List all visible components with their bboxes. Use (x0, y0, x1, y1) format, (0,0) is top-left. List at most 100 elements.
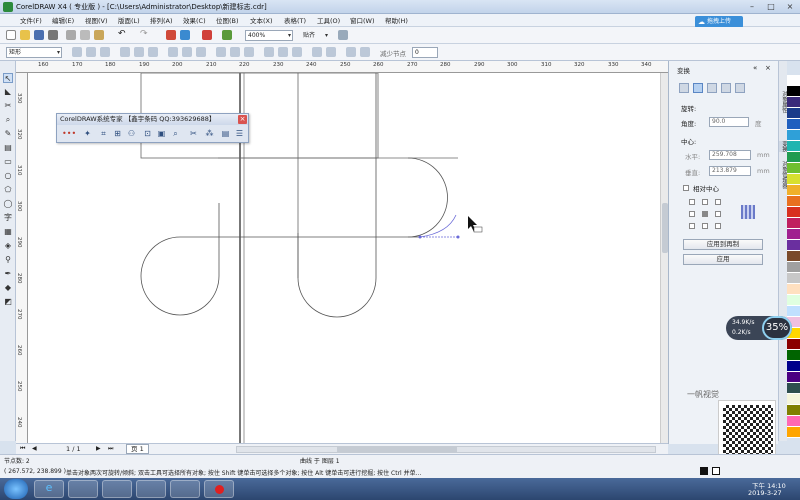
node-tool-icon-12[interactable] (244, 47, 254, 57)
start-button[interactable] (4, 479, 28, 499)
hscroll-thumb[interactable] (337, 447, 457, 452)
interactive-fill-tool-icon[interactable]: ◩ (3, 297, 13, 307)
relative-center-checkbox[interactable] (683, 185, 689, 191)
new-document-icon[interactable] (6, 30, 16, 40)
fill-tool-icon[interactable]: ◆ (3, 283, 13, 293)
outline-indicator[interactable] (712, 467, 720, 475)
palette-swatch[interactable] (787, 251, 800, 262)
page-tab[interactable]: 页 1 (126, 444, 149, 454)
palette-swatch[interactable] (787, 174, 800, 185)
taskbar-recorder[interactable] (204, 480, 234, 498)
palette-swatch[interactable] (787, 416, 800, 427)
palette-swatch[interactable] (787, 108, 800, 119)
interactive-blend-tool-icon[interactable]: ◈ (3, 241, 13, 251)
vertical-scrollbar[interactable] (660, 73, 668, 443)
rectangle-tool-icon[interactable]: ▭ (3, 157, 13, 167)
cut-icon[interactable] (66, 30, 76, 40)
node-tool-icon-11[interactable] (230, 47, 240, 57)
text-tool-icon[interactable]: 字 (3, 213, 13, 223)
first-page-icon[interactable]: ⏮ (20, 445, 25, 453)
horizontal-ruler[interactable]: 160 170 180 190 200 210 220 230 240 250 … (16, 61, 668, 73)
anchor-tr[interactable] (715, 199, 721, 205)
pick-tool-icon[interactable]: ↖ (3, 73, 13, 83)
node-tool-icon-15[interactable] (292, 47, 302, 57)
horizontal-scrollbar[interactable] (236, 446, 656, 453)
menu-tools[interactable]: 工具(O) (317, 15, 340, 25)
taskbar-ie[interactable]: e (34, 480, 64, 498)
palette-swatch[interactable] (787, 273, 800, 284)
network-speed-widget[interactable]: 34.9K/s 0.2K/s 35% (726, 316, 792, 340)
palette-swatch[interactable] (787, 284, 800, 295)
palette-swatch[interactable] (787, 361, 800, 372)
node-tool-icon-1[interactable] (72, 47, 82, 57)
anchor-ml[interactable] (689, 211, 695, 217)
last-page-icon[interactable]: ⏭ (108, 445, 113, 453)
size-tab-icon[interactable] (721, 83, 731, 93)
node-tool-icon-4[interactable] (120, 47, 130, 57)
docker-collapse-icon[interactable]: « (753, 64, 757, 72)
macro-icon-11[interactable]: ☰ (235, 129, 244, 138)
macro-icon-9[interactable]: ⁂ (205, 129, 214, 138)
menu-help[interactable]: 帮助(H) (385, 15, 408, 25)
anchor-br[interactable] (715, 223, 721, 229)
menu-table[interactable]: 表格(T) (284, 15, 306, 25)
apply-button[interactable]: 应用 (683, 254, 763, 265)
palette-swatch[interactable] (787, 262, 800, 273)
left-loop-curve[interactable] (140, 203, 420, 316)
floating-toolbar-title[interactable]: CorelDRAW系统专家 【鑫宇条码 QQ:393629688】 (57, 114, 248, 125)
fill-indicator[interactable] (700, 467, 708, 475)
node-tool-icon-18[interactable] (346, 47, 356, 57)
menu-text[interactable]: 文本(X) (250, 15, 273, 25)
node-tool-icon-13[interactable] (264, 47, 274, 57)
node-tool-icon-8[interactable] (182, 47, 192, 57)
floating-macro-toolbar[interactable]: CorelDRAW系统专家 【鑫宇条码 QQ:393629688】 × ••• … (56, 113, 249, 143)
anchor-bc[interactable] (702, 223, 708, 229)
palette-swatch[interactable] (787, 97, 800, 108)
palette-swatch[interactable] (787, 295, 800, 306)
horizontal-center-input[interactable]: 259.708 (709, 150, 751, 160)
anchor-tc[interactable] (702, 199, 708, 205)
minimize-button[interactable]: – (743, 1, 761, 12)
docker-close-icon[interactable]: × (765, 64, 771, 72)
palette-swatch[interactable] (787, 229, 800, 240)
node-tool-icon-14[interactable] (278, 47, 288, 57)
palette-swatch[interactable] (787, 405, 800, 416)
palette-swatch[interactable] (787, 119, 800, 130)
taskbar-explorer[interactable] (170, 480, 200, 498)
palette-swatch[interactable] (787, 207, 800, 218)
menu-view[interactable]: 视图(V) (85, 15, 108, 25)
welcome-screen-icon[interactable] (222, 30, 232, 40)
palette-swatch[interactable] (787, 372, 800, 383)
import-icon[interactable] (166, 30, 176, 40)
macro-icon-4[interactable]: ⚇ (127, 129, 136, 138)
maximize-button[interactable]: □ (762, 1, 780, 12)
node-tool-icon-2[interactable] (86, 47, 96, 57)
node-tool-icon-16[interactable] (312, 47, 322, 57)
snap-to-select[interactable]: 贴齐 (300, 30, 330, 41)
redo-icon[interactable]: ↷ (140, 29, 148, 39)
menu-layout[interactable]: 版面(L) (118, 15, 140, 25)
copy-icon[interactable] (80, 30, 90, 40)
menu-file[interactable]: 文件(F) (20, 15, 42, 25)
middle-loop-curve[interactable] (297, 73, 377, 318)
table-tool-icon[interactable]: ▦ (3, 227, 13, 237)
palette-swatch[interactable] (787, 240, 800, 251)
taskbar-app-4[interactable] (136, 480, 166, 498)
palette-swatch[interactable] (787, 185, 800, 196)
taskbar-coreldraw[interactable] (102, 480, 132, 498)
reduce-nodes-input[interactable]: 0 (412, 47, 438, 58)
rotation-preview-curve[interactable] (419, 214, 457, 238)
rotate-tab-icon[interactable] (693, 83, 703, 93)
export-icon[interactable] (180, 30, 190, 40)
save-icon[interactable] (34, 30, 44, 40)
anchor-center[interactable] (702, 211, 708, 217)
macro-icon-1[interactable]: ✦ (83, 129, 92, 138)
node-point[interactable] (456, 235, 460, 239)
node-tool-icon-19[interactable] (360, 47, 370, 57)
palette-swatch[interactable] (787, 86, 800, 97)
palette-swatch[interactable] (787, 350, 800, 361)
shape-tool-icon[interactable]: ◣ (3, 87, 13, 97)
palette-swatch[interactable] (787, 75, 800, 86)
node-tool-icon-10[interactable] (216, 47, 226, 57)
palette-swatch[interactable] (787, 394, 800, 405)
